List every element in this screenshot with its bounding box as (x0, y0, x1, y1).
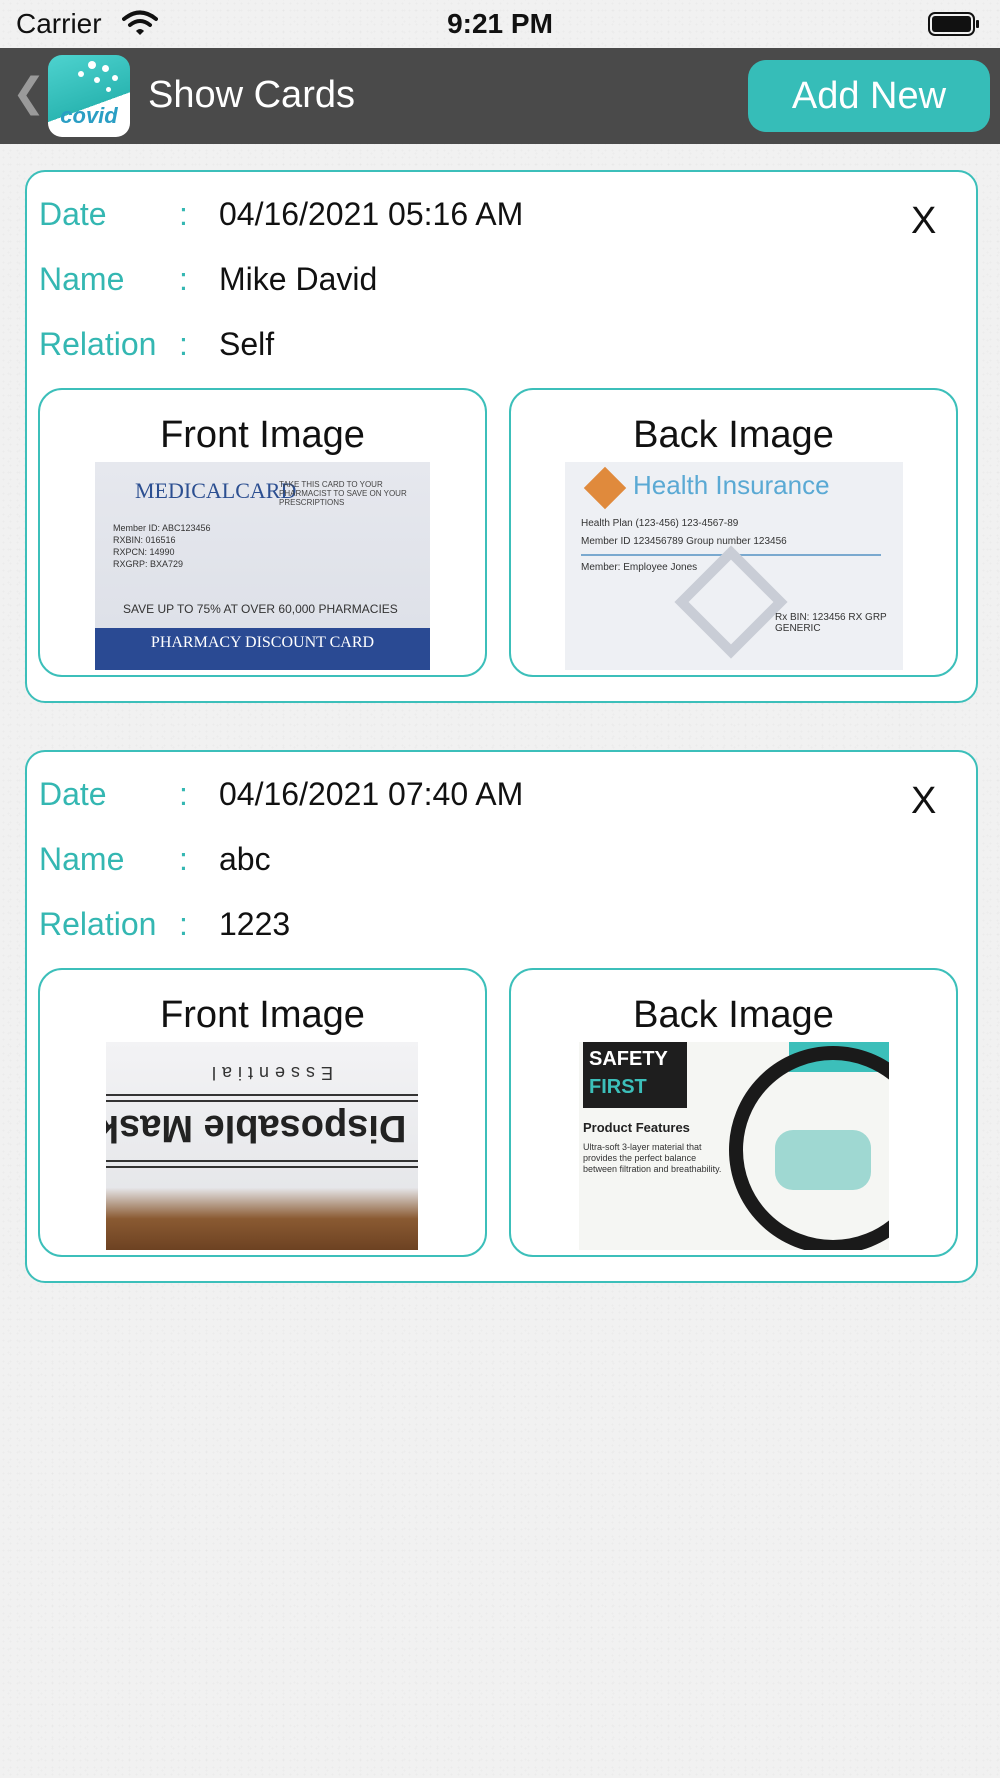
colon: : (179, 261, 188, 297)
front-image-photo[interactable]: MEDICALCARD TAKE THIS CARD TO YOUR PHARM… (95, 462, 430, 670)
photo-text: RXGRP: BXA729 (113, 559, 184, 569)
close-button[interactable]: X (911, 200, 936, 243)
page-title: Show Cards (148, 74, 355, 116)
photo-text: Product Features (583, 1120, 690, 1135)
photo-text-block: Member ID: ABC123456 RXBIN: 016516 RXPCN… (113, 522, 211, 570)
photo-text: Member: Employee Jones (581, 562, 698, 573)
front-image-title: Front Image (160, 994, 365, 1036)
photo-text: Rx BIN: 123456 RX GRP GENERIC (775, 612, 887, 634)
colon: : (179, 906, 188, 942)
photo-text: RXBIN: 016516 (113, 535, 176, 545)
safety-badge: SAFETY FIRST (583, 1042, 687, 1108)
divider (106, 1160, 418, 1162)
photo-text: Member ID: ABC123456 (113, 523, 211, 533)
divider (106, 1100, 418, 1102)
name-label: Name (39, 841, 125, 877)
back-image-title: Back Image (633, 414, 834, 456)
relation-label: Relation (39, 906, 157, 942)
date-value: 04/16/2021 05:16 AM (219, 196, 524, 232)
date-value: 04/16/2021 07:40 AM (219, 776, 524, 812)
photo-text: Health Plan (123-456) 123-4567-89 (581, 518, 739, 529)
photo-text: MEDICALCARD (135, 478, 297, 503)
photo-text: RXPCN: 14990 (113, 547, 175, 557)
photo-text: Essential (206, 1063, 334, 1083)
name-value: Mike David (219, 261, 378, 297)
card-entry: Date : 04/16/2021 07:40 AM X Name : abc … (25, 750, 978, 1283)
date-label: Date (39, 776, 107, 812)
card-entry: Date : 04/16/2021 05:16 AM X Name : Mike… (25, 170, 978, 703)
nav-bar: ❮ covid Show Cards Add New (0, 48, 1000, 144)
colon: : (179, 196, 188, 232)
back-image-box[interactable]: Back Image Health Insurance Health Plan … (509, 388, 958, 677)
back-image-photo[interactable]: SAFETY FIRST Product Features Ultra-soft… (579, 1042, 889, 1250)
photo-text: SAFETY (589, 1048, 668, 1070)
photo-text: Disposable Mask (106, 1107, 407, 1149)
front-image-box[interactable]: Front Image Essential Disposable Mask (38, 968, 487, 1257)
relation-label: Relation (39, 326, 157, 362)
back-image-box[interactable]: Back Image SAFETY FIRST Product Features… (509, 968, 958, 1257)
back-chevron-icon[interactable]: ❮ (12, 70, 46, 116)
insurance-logo-icon (583, 466, 627, 510)
front-image-title: Front Image (160, 414, 365, 456)
relation-value: Self (219, 326, 275, 362)
divider (106, 1166, 418, 1168)
photo-text: Member ID 123456789 Group number 123456 (581, 536, 787, 547)
photo-text: SAVE UP TO 75% AT OVER 60,000 PHARMACIES (123, 602, 398, 616)
name-label: Name (39, 261, 125, 297)
photo-text: Ultra-soft 3-layer material that provide… (583, 1142, 722, 1174)
close-button[interactable]: X (911, 780, 936, 823)
app-logo: covid (48, 55, 130, 137)
colon: : (179, 776, 188, 812)
photo-text: Health Insurance (633, 470, 830, 500)
mask-icon (775, 1130, 871, 1190)
photo-footer-bar: PHARMACY DISCOUNT CARD (95, 628, 430, 670)
relation-value: 1223 (219, 906, 291, 942)
colon: : (179, 841, 188, 877)
name-value: abc (219, 841, 271, 877)
date-label: Date (39, 196, 107, 232)
logo-text: covid (60, 103, 118, 128)
back-image-photo[interactable]: Health Insurance Health Plan (123-456) 1… (565, 462, 903, 670)
front-image-photo[interactable]: Essential Disposable Mask (106, 1042, 418, 1250)
status-bar: Carrier 9:21 PM (0, 0, 1000, 48)
colon: : (179, 326, 188, 362)
back-image-title: Back Image (633, 994, 834, 1036)
photo-text: FIRST (589, 1076, 647, 1098)
add-new-button[interactable]: Add New (748, 60, 990, 132)
battery-icon (928, 12, 979, 36)
front-image-box[interactable]: Front Image MEDICALCARD TAKE THIS CARD T… (38, 388, 487, 677)
divider (106, 1094, 418, 1096)
photo-text: TAKE THIS CARD TO YOUR PHARMACIST TO SAV… (279, 480, 407, 507)
status-time: 9:21 PM (447, 8, 553, 39)
photo-text: PHARMACY DISCOUNT CARD (150, 634, 375, 651)
